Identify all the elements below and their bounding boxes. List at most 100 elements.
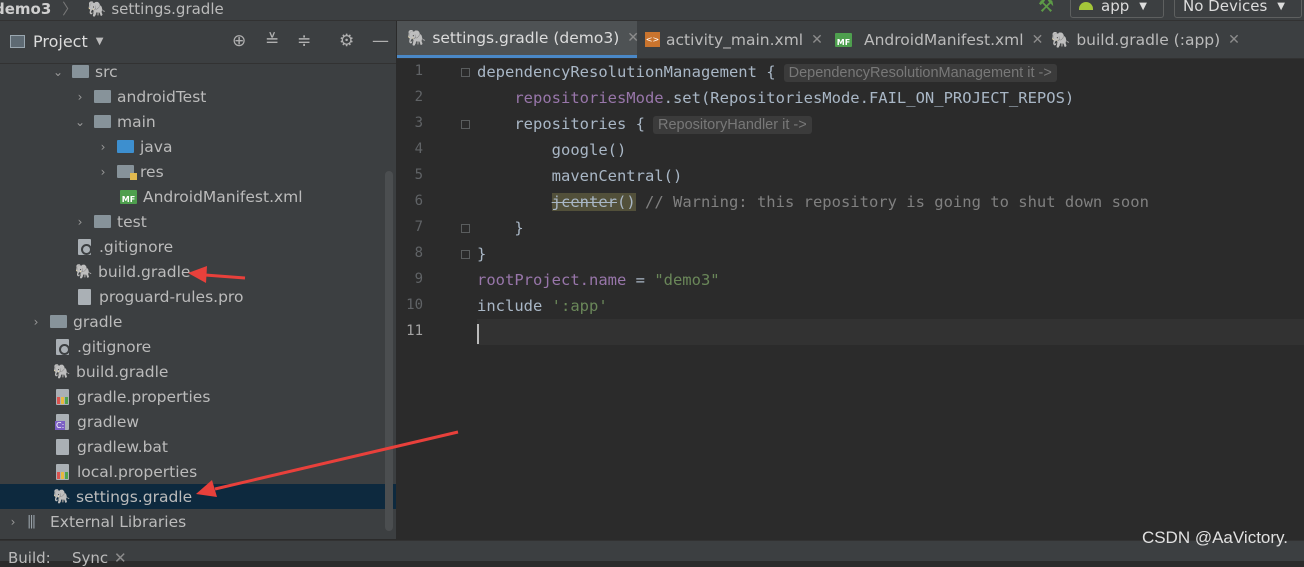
tree-item-build-gradle-app[interactable]: 🐘 build.gradle [0,259,396,284]
build-hammer-icon[interactable]: ⚒ [1038,0,1054,17]
line-number: 6 [414,193,423,209]
chevron-right-icon[interactable]: › [97,140,109,154]
chevron-down-icon[interactable]: ⌄ [74,115,86,129]
build-tool-label[interactable]: Build: [8,549,51,567]
code-line: repositories {RepositoryHandler it -> [477,111,812,137]
properties-file-icon [56,463,69,480]
tab-androidmanifest[interactable]: MF AndroidManifest.xml ✕ [829,21,1043,58]
tree-item-gradle-folder[interactable]: › gradle [0,309,396,334]
line-number: 8 [414,245,423,261]
close-icon[interactable]: ✕ [1032,32,1044,48]
breadcrumb-project[interactable]: demo3 [0,0,51,18]
resource-folder-icon [117,165,137,180]
tree-item-gradlew-bat[interactable]: gradlew.bat [0,434,396,459]
chevron-right-icon[interactable]: › [97,165,109,179]
tree-item-label: .gitignore [77,337,152,356]
close-icon[interactable]: ✕ [114,549,127,567]
locate-icon[interactable]: ⊕ [232,32,246,50]
project-icon [10,35,25,48]
chevron-right-icon[interactable]: › [74,90,86,104]
fold-icon[interactable] [461,250,470,259]
tree-item-src[interactable]: ⌄ src [0,59,396,84]
editor-tabs: 🐘 settings.gradle (demo3) ✕ <> activity_… [397,21,1304,59]
text-file-icon [56,438,69,455]
code-line: repositoriesMode.set(RepositoriesMode.FA… [477,85,1074,111]
collapse-all-icon[interactable]: ≑ [297,32,311,50]
sync-tab[interactable]: Sync [72,549,108,567]
tree-item-proguard-rules[interactable]: proguard-rules.pro [0,284,396,309]
tree-item-settings-gradle[interactable]: 🐘 settings.gradle [0,484,396,509]
run-config-label: app [1101,0,1130,15]
chevron-right-icon[interactable]: › [7,515,19,529]
tree-item-gradlew[interactable]: gradlew [0,409,396,434]
project-view-selector[interactable]: Project ▼ [10,32,103,51]
tree-item-local-properties[interactable]: local.properties [0,459,396,484]
code-text: } [477,245,487,263]
code-text: = [626,271,655,289]
tab-build-gradle-app[interactable]: 🐘 build.gradle (:app) ✕ [1045,21,1240,58]
folder-icon [94,90,111,103]
code-string: ':app' [551,297,608,315]
manifest-icon: MF [835,32,852,47]
line-number: 9 [414,271,423,287]
breadcrumb-file[interactable]: settings.gradle [111,0,223,18]
current-line-highlight [477,319,1304,345]
code-text: repositories { [514,115,645,133]
tree-item-res[interactable]: › res [0,159,396,184]
line-number: 3 [414,115,423,131]
chevron-right-icon[interactable]: › [74,215,86,229]
tree-item-test[interactable]: › test [0,209,396,234]
tab-label: settings.gradle (demo3) [432,29,620,47]
code-line: include ':app' [477,293,608,319]
gradle-icon: 🐘 [1051,30,1071,49]
minimize-icon[interactable]: — [372,32,389,50]
run-config-dropdown[interactable]: app ▼ [1070,0,1164,18]
code-line: } [477,215,524,241]
deprecated-call: jcenter [551,193,617,211]
line-number: 4 [414,141,423,157]
scrollbar[interactable] [385,171,393,531]
watermark: CSDN @AaVictory. [1141,528,1288,547]
expand-all-icon[interactable]: ≚ [265,32,279,50]
close-icon[interactable]: ✕ [1228,32,1240,48]
chevron-down-icon[interactable]: ⌄ [52,65,64,79]
tab-settings-gradle[interactable]: 🐘 settings.gradle (demo3) ✕ [397,21,639,58]
code-line: google() [477,137,627,163]
gear-icon[interactable]: ⚙ [339,32,354,50]
line-number: 11 [406,323,423,339]
tree-item-label: res [140,162,164,181]
tab-label: build.gradle (:app) [1076,30,1221,49]
line-number: 10 [406,297,423,313]
tree-item-label: java [140,137,173,156]
tree-item-label: .gitignore [99,237,174,256]
tab-activity-main[interactable]: <> activity_main.xml ✕ [637,21,823,58]
tree-item-androidmanifest[interactable]: MF AndroidManifest.xml [0,184,396,209]
manifest-icon: MF [120,189,137,204]
code-text: dependencyResolutionManagement { [477,63,776,81]
tree-item-gitignore-root[interactable]: .gitignore [0,334,396,359]
gradle-icon: 🐘 [53,488,71,505]
code-string: "demo3" [654,271,720,289]
fold-icon[interactable] [461,120,470,129]
tree-item-label: gradle [73,312,123,331]
fold-icon[interactable] [461,68,470,77]
tree-item-gitignore[interactable]: .gitignore [0,234,396,259]
code-line: mavenCentral() [477,163,683,189]
tree-item-external-libraries[interactable]: › ||| External Libraries [0,509,396,534]
tree-item-java[interactable]: › java [0,134,396,159]
script-file-icon [55,413,69,430]
tree-item-main[interactable]: ⌄ main [0,109,396,134]
tree-item-build-gradle-root[interactable]: 🐘 build.gradle [0,359,396,384]
code-line: dependencyResolutionManagement {Dependen… [477,59,1057,85]
close-icon[interactable]: ✕ [811,32,823,48]
folder-icon [50,315,67,328]
code-text: } [514,219,524,237]
device-dropdown[interactable]: No Devices ▼ [1174,0,1302,18]
code-property: rootProject.name [477,271,627,289]
fold-icon[interactable] [461,224,470,233]
tree-item-androidtest[interactable]: › androidTest [0,84,396,109]
chevron-right-icon[interactable]: › [30,315,42,329]
tree-item-gradle-properties[interactable]: gradle.properties [0,384,396,409]
libraries-icon: ||| [27,514,36,529]
gitignore-file-icon [56,338,70,355]
